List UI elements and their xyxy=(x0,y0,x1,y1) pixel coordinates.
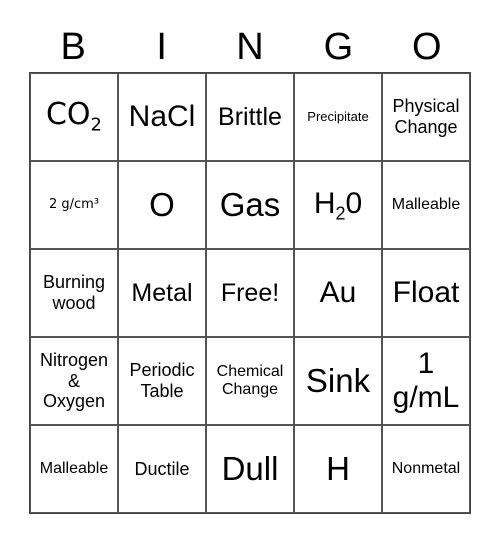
cell-text: NaCl xyxy=(128,99,196,133)
cell-text: Burning wood xyxy=(42,272,106,313)
bingo-cell[interactable]: Nonmetal xyxy=(382,425,470,513)
bingo-cell[interactable]: O xyxy=(118,161,206,249)
cell-text: 1 g/mL xyxy=(392,346,460,415)
header-letter-o: O xyxy=(412,26,442,68)
bingo-cell[interactable]: Gas xyxy=(206,161,294,249)
bingo-cell[interactable]: Ductile xyxy=(118,425,206,513)
cell-text: Nonmetal xyxy=(391,459,461,477)
bingo-cell[interactable]: 1 g/mL xyxy=(382,337,470,425)
bingo-cell[interactable]: Brittle xyxy=(206,73,294,161)
cell-text: Sink xyxy=(305,362,371,400)
header-letter-b: B xyxy=(60,26,86,68)
cell-text: Malleable xyxy=(39,459,109,477)
bingo-cell[interactable]: Nitrogen & Oxygen xyxy=(30,337,118,425)
cell-text: Precipitate xyxy=(307,108,369,124)
cell-text: Physical Change xyxy=(392,96,460,137)
subscript: 2 xyxy=(335,202,346,223)
bingo-cell[interactable]: Float xyxy=(382,249,470,337)
bingo-cell[interactable]: Malleable xyxy=(30,425,118,513)
bingo-cell[interactable]: Chemical Change xyxy=(206,337,294,425)
cell-text: Au xyxy=(319,275,357,309)
header-letter-i: I xyxy=(156,26,167,68)
bingo-cell[interactable]: Metal xyxy=(118,249,206,337)
cell-text: Nitrogen & Oxygen xyxy=(39,349,109,412)
bingo-cell[interactable]: Au xyxy=(294,249,382,337)
cell-text: Chemical Change xyxy=(216,362,284,398)
cell-text: Gas xyxy=(219,186,281,224)
cell-text: H xyxy=(326,450,350,488)
cell-text: O xyxy=(149,186,175,224)
cell-text: Ductile xyxy=(134,458,190,479)
bingo-cell[interactable]: Malleable xyxy=(382,161,470,249)
bingo-cell[interactable]: H xyxy=(294,425,382,513)
bingo-cell[interactable]: Burning wood xyxy=(30,249,118,337)
header-letter-n: N xyxy=(236,26,264,68)
cell-text: Malleable xyxy=(391,195,461,213)
bingo-cell[interactable]: 2 g/cm³ xyxy=(30,161,118,249)
bingo-cell[interactable]: NaCl xyxy=(118,73,206,161)
bingo-header: B I N G O xyxy=(29,22,471,72)
bingo-cell[interactable]: Sink xyxy=(294,337,382,425)
cell-text: CO2 xyxy=(45,97,102,136)
bingo-cell[interactable]: H20 xyxy=(294,161,382,249)
bingo-cell[interactable]: CO2 xyxy=(30,73,118,161)
bingo-cell[interactable]: Precipitate xyxy=(294,73,382,161)
cell-text: Brittle xyxy=(218,102,282,131)
cell-text: 2 g/cm³ xyxy=(48,196,100,212)
header-letter-g: G xyxy=(323,26,354,68)
subscript: 2 xyxy=(90,114,102,136)
cell-text: Metal xyxy=(131,278,193,307)
bingo-cell[interactable]: Physical Change xyxy=(382,73,470,161)
bingo-cell[interactable]: Periodic Table xyxy=(118,337,206,425)
cell-text: Dull xyxy=(221,450,279,488)
bingo-cell[interactable]: Dull xyxy=(206,425,294,513)
cell-text: Float xyxy=(392,275,460,309)
cell-text: H20 xyxy=(313,186,363,223)
free-space-cell[interactable]: Free! xyxy=(206,249,294,337)
bingo-grid: CO2 NaCl Brittle Precipitate Physical Change… xyxy=(29,72,471,514)
cell-text: Periodic Table xyxy=(129,360,195,401)
cell-text: Free! xyxy=(220,278,280,307)
